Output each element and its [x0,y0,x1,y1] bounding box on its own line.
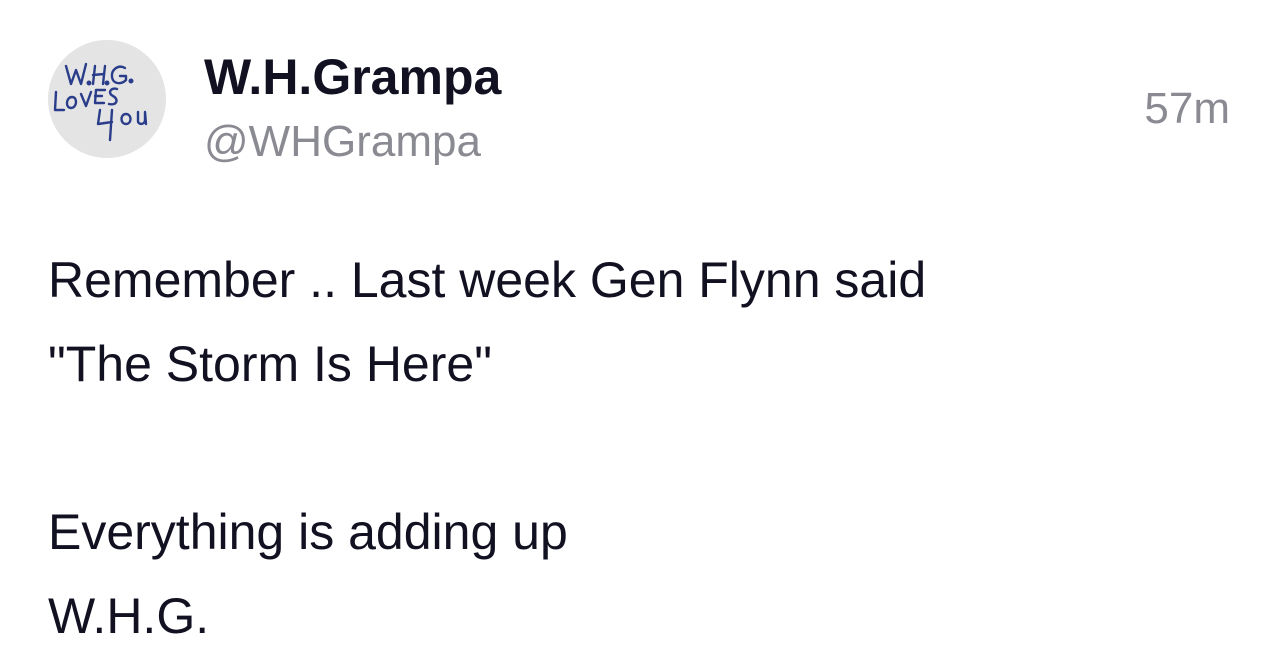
post-body-line: Everything is adding up [48,504,568,560]
handwritten-signature-avatar-icon [48,40,166,158]
post-body-line: W.H.G. [48,588,210,644]
post-timestamp[interactable]: 57m [1144,80,1230,138]
post-card: W.H.Grampa @WHGrampa 57m Remember .. Las… [0,0,1280,665]
post-body: Remember .. Last week Gen Flynn said "Th… [48,238,1238,658]
post-body-line: "The Storm Is Here" [48,336,492,392]
user-handle[interactable]: @WHGrampa [204,113,481,171]
display-name[interactable]: W.H.Grampa [204,45,501,109]
post-body-line: Remember .. Last week Gen Flynn said [48,252,927,308]
avatar[interactable] [48,40,166,158]
post-body-blank-line [48,406,1238,490]
